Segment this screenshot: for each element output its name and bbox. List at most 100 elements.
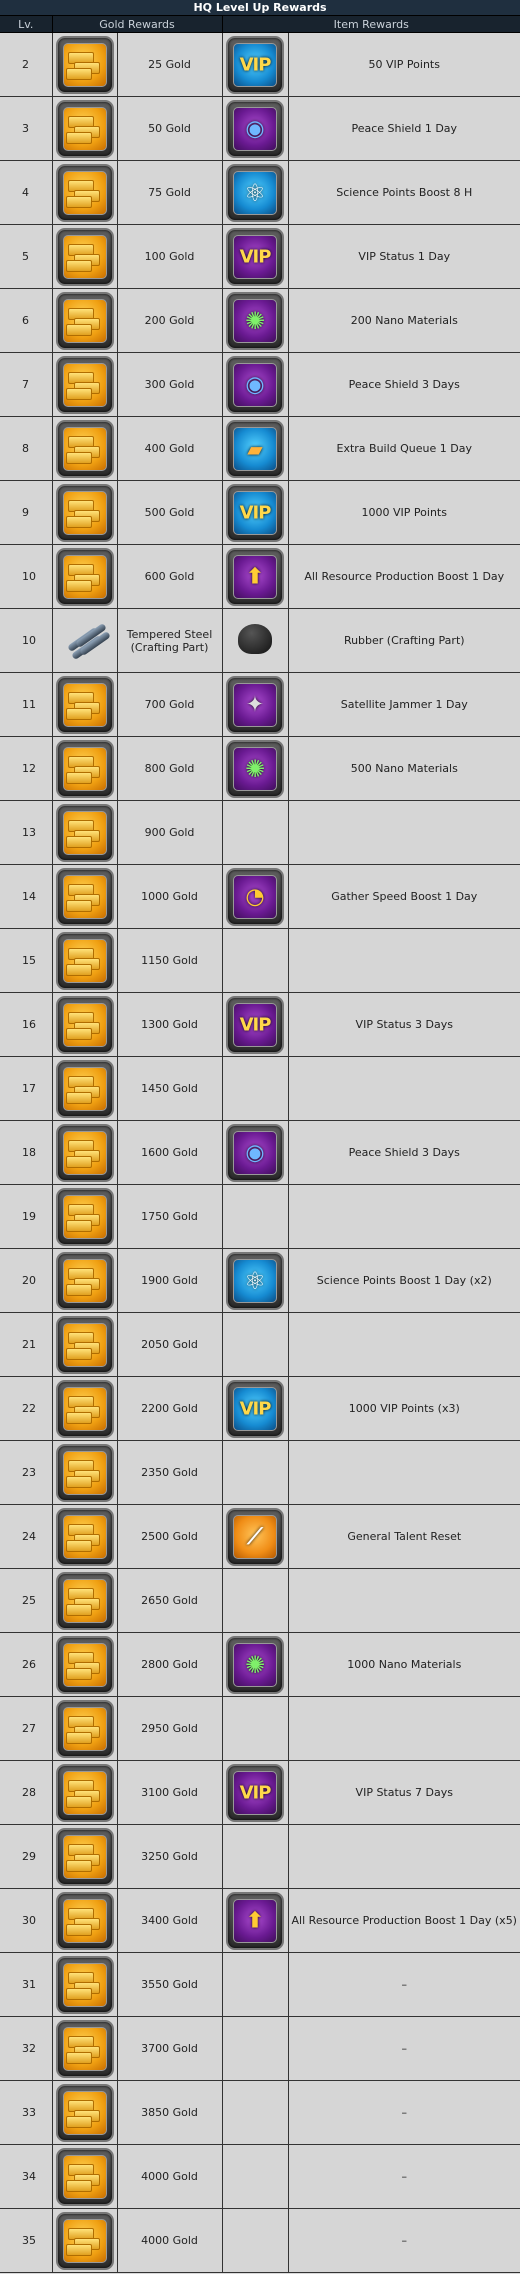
item-icon-cell: ⚛	[222, 1248, 289, 1313]
level-cell: 23	[0, 1440, 53, 1505]
gold-reward-cell: 400 Gold	[117, 416, 223, 481]
gold-reward-cell: 2650 Gold	[117, 1568, 223, 1633]
level-cell: 4	[0, 160, 53, 225]
level-cell: 12	[0, 736, 53, 801]
gold-reward-cell: 600 Gold	[117, 544, 223, 609]
gold-reward-cell: 1450 Gold	[117, 1056, 223, 1121]
vip-status-icon: VIP	[226, 995, 284, 1054]
item-icon-cell	[222, 1312, 289, 1377]
table-row: 29 3250 Gold	[0, 1824, 520, 1889]
table-row: 5 100 Gold VIP VIP Status 1 Day	[0, 224, 520, 289]
gold-bars-icon	[55, 739, 114, 798]
item-reward-cell: –	[288, 2080, 520, 2145]
gold-bars-icon	[55, 931, 114, 990]
table-row: 25 2650 Gold	[0, 1568, 520, 1633]
gold-icon-cell	[52, 1888, 118, 1953]
item-reward-cell: –	[288, 1952, 520, 2017]
item-reward-cell	[288, 1056, 520, 1121]
gold-icon-cell	[52, 800, 118, 865]
gold-reward-cell: 3250 Gold	[117, 1824, 223, 1889]
column-header-level: Lv.	[0, 16, 53, 33]
level-cell: 31	[0, 1952, 53, 2017]
gold-bars-icon	[55, 291, 114, 350]
gold-reward-cell: 100 Gold	[117, 224, 223, 289]
talent-reset-icon: ⟋	[226, 1507, 284, 1566]
item-icon-cell: ▰	[222, 416, 289, 481]
level-cell: 10	[0, 544, 53, 609]
level-cell: 35	[0, 2208, 53, 2273]
vip-icon: VIP	[226, 1379, 284, 1438]
rubber-icon	[226, 612, 284, 670]
gold-icon-cell	[52, 1440, 118, 1505]
gold-bars-icon	[55, 1443, 114, 1502]
table-row: 26 2800 Gold ✺ 1000 Nano Materials	[0, 1632, 520, 1697]
gold-icon-cell	[52, 1056, 118, 1121]
level-cell: 11	[0, 672, 53, 737]
item-icon-cell: ✺	[222, 736, 289, 801]
gold-bars-icon	[55, 355, 114, 414]
gold-bars-icon	[55, 675, 114, 734]
level-cell: 21	[0, 1312, 53, 1377]
gold-reward-cell: 1000 Gold	[117, 864, 223, 929]
level-cell: 22	[0, 1376, 53, 1441]
table-row: 27 2950 Gold	[0, 1696, 520, 1761]
item-icon-cell: ⬆	[222, 544, 289, 609]
item-reward-cell: Satellite Jammer 1 Day	[288, 672, 520, 737]
gold-icon-cell	[52, 32, 118, 97]
level-cell: 8	[0, 416, 53, 481]
table-row: 6 200 Gold ✺ 200 Nano Materials	[0, 288, 520, 353]
gold-reward-cell: 3100 Gold	[117, 1760, 223, 1825]
item-icon-cell: ◉	[222, 96, 289, 161]
gold-bars-icon	[55, 483, 114, 542]
gold-icon-cell	[52, 608, 118, 673]
table-row: 4 75 Gold ⚛ Science Points Boost 8 H	[0, 160, 520, 225]
level-cell: 6	[0, 288, 53, 353]
gold-icon-cell	[52, 1760, 118, 1825]
item-icon-cell	[222, 1440, 289, 1505]
item-reward-cell: Gather Speed Boost 1 Day	[288, 864, 520, 929]
table-row: 10 600 Gold ⬆ All Resource Production Boost…	[0, 544, 520, 609]
table-row: 8 400 Gold ▰ Extra Build Queue 1 Day	[0, 416, 520, 481]
gold-icon-cell	[52, 1632, 118, 1697]
gold-icon-cell	[52, 928, 118, 993]
gold-bars-icon	[55, 1827, 114, 1886]
table-row: 24 2500 Gold ⟋ General Talent Reset	[0, 1504, 520, 1569]
item-reward-cell: Extra Build Queue 1 Day	[288, 416, 520, 481]
gold-icon-cell	[52, 2208, 118, 2273]
peace-shield-icon: ◉	[226, 99, 284, 158]
item-reward-cell	[288, 1824, 520, 1889]
item-reward-cell: All Resource Production Boost 1 Day	[288, 544, 520, 609]
gold-icon-cell	[52, 1248, 118, 1313]
table-row: 34 4000 Gold –	[0, 2144, 520, 2209]
gold-icon-cell	[52, 672, 118, 737]
gold-reward-cell: 1750 Gold	[117, 1184, 223, 1249]
item-icon-cell: ⟋	[222, 1504, 289, 1569]
gold-icon-cell	[52, 1376, 118, 1441]
item-reward-cell: –	[288, 2144, 520, 2209]
level-cell: 25	[0, 1568, 53, 1633]
item-reward-cell: Science Points Boost 1 Day (x2)	[288, 1248, 520, 1313]
gold-icon-cell	[52, 1824, 118, 1889]
nano-materials-icon: ✺	[226, 291, 284, 350]
table-row: 18 1600 Gold ◉ Peace Shield 3 Days	[0, 1120, 520, 1185]
peace-shield-icon: ◉	[226, 355, 284, 414]
item-reward-cell	[288, 1184, 520, 1249]
gold-bars-icon	[55, 867, 114, 926]
level-cell: 19	[0, 1184, 53, 1249]
table-row: 14 1000 Gold ◔ Gather Speed Boost 1 Day	[0, 864, 520, 929]
item-icon-cell: ✦	[222, 672, 289, 737]
level-cell: 27	[0, 1696, 53, 1761]
level-cell: 5	[0, 224, 53, 289]
gold-icon-cell	[52, 1120, 118, 1185]
gold-icon-cell	[52, 992, 118, 1057]
level-cell: 28	[0, 1760, 53, 1825]
gold-icon-cell	[52, 96, 118, 161]
item-reward-cell: 200 Nano Materials	[288, 288, 520, 353]
gold-reward-cell: 2050 Gold	[117, 1312, 223, 1377]
gold-reward-cell: 75 Gold	[117, 160, 223, 225]
gold-icon-cell	[52, 544, 118, 609]
gold-bars-icon	[55, 1379, 114, 1438]
vip-icon: VIP	[226, 483, 284, 542]
vip-status-icon: VIP	[226, 227, 284, 286]
level-cell: 33	[0, 2080, 53, 2145]
